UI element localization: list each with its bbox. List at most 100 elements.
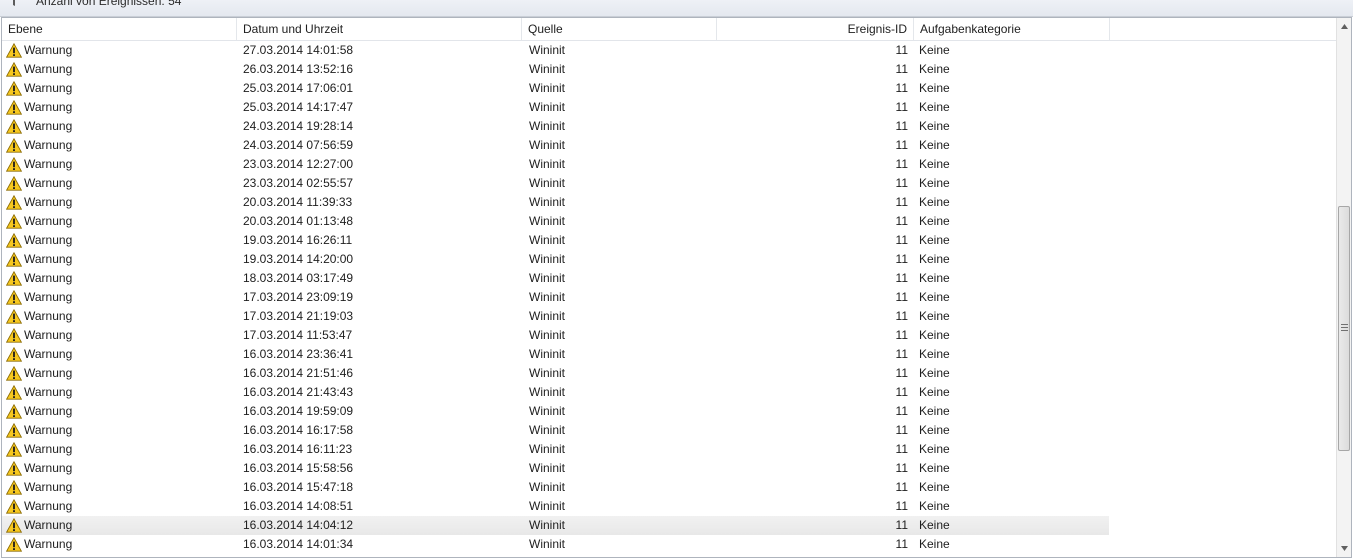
event-row[interactable]: Warnung 19.03.2014 16:26:11 Wininit 11 Keine [2, 231, 1337, 250]
event-row[interactable]: Warnung 16.03.2014 14:04:12 Wininit 11 Keine [2, 516, 1109, 535]
event-row[interactable]: Warnung 16.03.2014 14:01:34 Wininit 11 Keine [2, 535, 1337, 554]
event-source: Wininit [529, 157, 566, 171]
event-level: Warnung [24, 461, 73, 475]
column-header-datetime[interactable]: Datum und Uhrzeit [237, 18, 522, 40]
event-id: 11 [895, 366, 908, 380]
event-datetime: 16.03.2014 14:04:12 [243, 518, 354, 532]
warning-icon [6, 271, 22, 286]
event-row[interactable]: Warnung 16.03.2014 16:17:58 Wininit 11 Keine [2, 421, 1337, 440]
column-header-source[interactable]: Quelle [522, 18, 717, 40]
scroll-down-button[interactable] [1337, 540, 1351, 557]
warning-icon [6, 62, 22, 77]
event-row[interactable]: Warnung 16.03.2014 15:47:18 Wininit 11 Keine [2, 478, 1337, 497]
event-row[interactable]: Warnung 20.03.2014 11:39:33 Wininit 11 Keine [2, 193, 1337, 212]
event-row[interactable]: Warnung 26.03.2014 13:52:16 Wininit 11 Keine [2, 60, 1337, 79]
event-task-category: Keine [919, 43, 950, 57]
event-id: 11 [895, 404, 908, 418]
warning-icon [6, 347, 22, 362]
event-level: Warnung [24, 385, 73, 399]
event-id: 11 [895, 138, 908, 152]
warning-icon [6, 290, 22, 305]
event-row[interactable]: Warnung 16.03.2014 14:08:51 Wininit 11 Keine [2, 497, 1337, 516]
vertical-scrollbar[interactable] [1336, 18, 1351, 557]
event-id: 11 [895, 119, 908, 133]
warning-icon [6, 81, 22, 96]
event-row[interactable]: Warnung 16.03.2014 23:36:41 Wininit 11 Keine [2, 345, 1337, 364]
event-source: Wininit [529, 423, 566, 437]
event-row[interactable]: Warnung 25.03.2014 17:06:01 Wininit 11 Keine [2, 79, 1337, 98]
event-source: Wininit [529, 43, 566, 57]
column-header-task-category[interactable]: Aufgabenkategorie [914, 18, 1110, 40]
event-datetime: 25.03.2014 17:06:01 [243, 81, 354, 95]
warning-icon [6, 328, 22, 343]
event-id: 11 [895, 157, 908, 171]
warning-icon [6, 252, 22, 267]
warning-icon [6, 461, 22, 476]
warning-icon [6, 442, 22, 457]
event-count-value: 54 [168, 0, 182, 8]
event-row[interactable]: Warnung 16.03.2014 19:59:09 Wininit 11 Keine [2, 402, 1337, 421]
warning-icon [6, 537, 22, 552]
warning-icon [6, 480, 22, 495]
event-level: Warnung [24, 518, 73, 532]
event-row[interactable]: Warnung 16.03.2014 16:11:23 Wininit 11 Keine [2, 440, 1337, 459]
event-id: 11 [895, 328, 908, 342]
warning-icon [6, 214, 22, 229]
event-task-category: Keine [919, 423, 950, 437]
event-id: 11 [895, 480, 908, 494]
event-level: Warnung [24, 62, 73, 76]
event-row[interactable]: Warnung 16.03.2014 21:51:46 Wininit 11 Keine [2, 364, 1337, 383]
event-task-category: Keine [919, 252, 950, 266]
warning-icon [6, 138, 22, 153]
event-row[interactable]: Warnung 17.03.2014 21:19:03 Wininit 11 Keine [2, 307, 1337, 326]
event-task-category: Keine [919, 442, 950, 456]
warning-icon [6, 423, 22, 438]
event-id: 11 [895, 290, 908, 304]
scroll-grip-icon [1341, 324, 1348, 331]
event-row[interactable]: Warnung 18.03.2014 03:17:49 Wininit 11 Keine [2, 269, 1337, 288]
event-datetime: 23.03.2014 12:27:00 [243, 157, 354, 171]
event-source: Wininit [529, 81, 566, 95]
column-header-event-id[interactable]: Ereignis-ID [717, 18, 914, 40]
event-task-category: Keine [919, 233, 950, 247]
warning-icon [6, 43, 22, 58]
event-row[interactable]: Warnung 23.03.2014 12:27:00 Wininit 11 Keine [2, 155, 1337, 174]
event-level: Warnung [24, 347, 73, 361]
event-id: 11 [895, 43, 908, 57]
event-row[interactable]: Warnung 23.03.2014 02:55:57 Wininit 11 Keine [2, 174, 1337, 193]
event-row[interactable]: Warnung 24.03.2014 07:56:59 Wininit 11 Keine [2, 136, 1337, 155]
warning-icon [6, 195, 22, 210]
event-row[interactable]: Warnung 17.03.2014 11:53:47 Wininit 11 Keine [2, 326, 1337, 345]
event-datetime: 16.03.2014 21:43:43 [243, 385, 354, 399]
warning-icon [6, 119, 22, 134]
event-source: Wininit [529, 214, 566, 228]
event-datetime: 26.03.2014 13:52:16 [243, 62, 354, 76]
scrollbar-thumb[interactable] [1338, 206, 1350, 451]
event-id: 11 [895, 309, 908, 323]
event-row[interactable]: Warnung 19.03.2014 14:20:00 Wininit 11 Keine [2, 250, 1337, 269]
event-row[interactable]: Warnung 25.03.2014 14:17:47 Wininit 11 Keine [2, 98, 1337, 117]
event-id: 11 [895, 62, 908, 76]
event-source: Wininit [529, 461, 566, 475]
event-source: Wininit [529, 309, 566, 323]
column-header-level[interactable]: Ebene [2, 18, 237, 40]
event-row[interactable]: Warnung 20.03.2014 01:13:48 Wininit 11 Keine [2, 212, 1337, 231]
event-source: Wininit [529, 442, 566, 456]
event-task-category: Keine [919, 366, 950, 380]
event-row[interactable]: Warnung 16.03.2014 21:43:43 Wininit 11 Keine [2, 383, 1337, 402]
scroll-down-arrow-icon [1340, 546, 1348, 551]
event-level: Warnung [24, 309, 73, 323]
event-datetime: 16.03.2014 14:08:51 [243, 499, 354, 513]
event-list: Ebene Datum und Uhrzeit Quelle Ereignis-… [1, 17, 1352, 558]
event-row[interactable]: Warnung 17.03.2014 23:09:19 Wininit 11 Keine [2, 288, 1337, 307]
event-task-category: Keine [919, 290, 950, 304]
event-source: Wininit [529, 119, 566, 133]
warning-icon [6, 309, 22, 324]
event-row[interactable]: Warnung 24.03.2014 19:28:14 Wininit 11 Keine [2, 117, 1337, 136]
event-row[interactable]: Warnung 16.03.2014 15:58:56 Wininit 11 Keine [2, 459, 1337, 478]
scroll-up-button[interactable] [1337, 18, 1351, 35]
event-level: Warnung [24, 442, 73, 456]
event-row[interactable]: Warnung 27.03.2014 14:01:58 Wininit 11 Keine [2, 41, 1337, 60]
filter-icon[interactable] [8, 0, 20, 7]
warning-icon [6, 176, 22, 191]
